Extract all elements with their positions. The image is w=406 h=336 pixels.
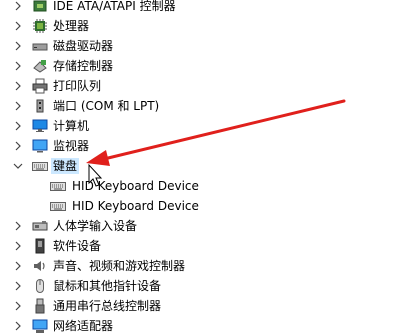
tree-item-print-queue[interactable]: 打印队列 <box>0 76 406 96</box>
usb-icon <box>32 298 48 314</box>
keyboard-device-icon <box>50 198 66 214</box>
chevron-right-icon[interactable] <box>13 61 23 71</box>
tree-item-hid-keyboard-device[interactable]: HID Keyboard Device <box>0 196 406 216</box>
chevron-right-icon[interactable] <box>13 321 23 331</box>
disk-drive-icon <box>32 38 48 54</box>
chevron-right-icon[interactable] <box>13 21 23 31</box>
keyboard-device-icon <box>50 178 66 194</box>
tree-item-mice[interactable]: 鼠标和其他指针设备 <box>0 276 406 296</box>
chevron-right-icon[interactable] <box>13 81 23 91</box>
storage-controller-icon <box>32 58 48 74</box>
chevron-right-icon[interactable] <box>13 241 23 251</box>
monitor-icon <box>32 138 48 154</box>
chevron-right-icon[interactable] <box>13 281 23 291</box>
tree-item-ide-controller[interactable]: IDE ATA/ATAPI 控制器 <box>0 0 406 16</box>
ide-controller-icon <box>32 0 48 14</box>
chevron-right-icon[interactable] <box>13 141 23 151</box>
tree-item-ports[interactable]: 端口 (COM 和 LPT) <box>0 96 406 116</box>
tree-item-label: 处理器 <box>53 19 90 33</box>
chevron-down-icon[interactable] <box>13 161 23 171</box>
tree-item-label: 磁盘驱动器 <box>53 39 114 53</box>
tree-item-computer[interactable]: 计算机 <box>0 116 406 136</box>
tree-item-label: 计算机 <box>53 119 90 133</box>
computer-icon <box>32 118 48 134</box>
printer-icon <box>32 78 48 94</box>
tree-item-usb-controllers[interactable]: 通用串行总线控制器 <box>0 296 406 316</box>
tree-item-sound-video-game[interactable]: 声音、视频和游戏控制器 <box>0 256 406 276</box>
tree-item-label: 打印队列 <box>53 79 102 93</box>
mouse-icon <box>32 278 48 294</box>
tree-item-label: 通用串行总线控制器 <box>53 299 162 313</box>
tree-item-hid-keyboard-device[interactable]: HID Keyboard Device <box>0 176 406 196</box>
chevron-right-icon[interactable] <box>13 101 23 111</box>
chevron-right-icon[interactable] <box>13 1 23 11</box>
device-manager-tree: IDE ATA/ATAPI 控制器 处理器 磁盘驱动器 存储控制器 打印队列 端… <box>0 0 406 334</box>
processor-icon <box>32 18 48 34</box>
chevron-right-icon[interactable] <box>13 301 23 311</box>
tree-item-label: 端口 (COM 和 LPT) <box>53 99 160 113</box>
chevron-right-icon[interactable] <box>13 261 23 271</box>
tree-item-label: IDE ATA/ATAPI 控制器 <box>53 0 176 13</box>
tree-item-label: 人体学输入设备 <box>53 219 138 233</box>
tree-item-storage-controller[interactable]: 存储控制器 <box>0 56 406 76</box>
tree-item-label: HID Keyboard Device <box>72 179 199 193</box>
chevron-right-icon[interactable] <box>13 121 23 131</box>
tree-item-processor[interactable]: 处理器 <box>0 16 406 36</box>
chevron-right-icon[interactable] <box>13 41 23 51</box>
tree-item-network-adapters[interactable]: 网络适配器 <box>0 316 406 336</box>
tree-item-label: 网络适配器 <box>53 319 114 333</box>
network-adapter-icon <box>32 318 48 334</box>
software-device-icon <box>32 238 48 254</box>
tree-item-label: HID Keyboard Device <box>72 199 199 213</box>
keyboard-icon <box>32 158 48 174</box>
port-icon <box>32 98 48 114</box>
tree-item-label: 软件设备 <box>53 239 102 253</box>
tree-item-label: 存储控制器 <box>53 59 114 73</box>
tree-item-monitors[interactable]: 监视器 <box>0 136 406 156</box>
sound-icon <box>32 258 48 274</box>
hid-icon <box>32 218 48 234</box>
tree-item-keyboards[interactable]: 键盘 <box>0 156 406 176</box>
tree-item-label: 声音、视频和游戏控制器 <box>53 259 186 273</box>
tree-item-disk-drive[interactable]: 磁盘驱动器 <box>0 36 406 56</box>
tree-item-label: 监视器 <box>53 139 90 153</box>
tree-item-human-interface-devices[interactable]: 人体学输入设备 <box>0 216 406 236</box>
tree-item-label: 鼠标和其他指针设备 <box>53 279 162 293</box>
tree-item-label: 键盘 <box>51 158 80 174</box>
tree-item-software-devices[interactable]: 软件设备 <box>0 236 406 256</box>
chevron-right-icon[interactable] <box>13 221 23 231</box>
